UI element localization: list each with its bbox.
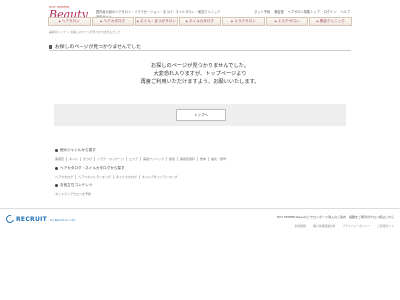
header: HOT PEPPER Beauty presented by Recruit 国… [0, 0, 400, 24]
footer-link-privacy-policy[interactable]: プライバシーポリシー [342, 224, 370, 228]
recruit-brand: RECRUIT [16, 215, 48, 223]
catalog-title: ヘアカタログ・ネイルカタログから探す [60, 166, 125, 170]
catalog-links: ヘアカタログ ヘアスタイルランキング ネイルカタログ ネイルデザインランキング [55, 175, 182, 179]
triangle-icon: ▶ [186, 20, 188, 23]
genre-section: 他のジャンルから探す 美容室 ネイル まつげ リラク・マッサージ エステ 美容ク… [55, 148, 230, 161]
bullet-icon [55, 167, 58, 170]
nav-hair-salon[interactable]: ▶ ヘアサロン [48, 17, 91, 26]
nav-esthe-salon[interactable]: ▶ エステサロン [265, 17, 309, 26]
message-line-1: お探しのページが見つかりませんでした。 [150, 63, 250, 69]
footer-link-terms[interactable]: 利用規約 [295, 224, 306, 228]
genre-link[interactable]: エステ [129, 157, 141, 161]
contents-link[interactable]: ネットでヘアサロンを予約 [55, 192, 93, 196]
contents-title: お役立ちコンテンツ [60, 183, 93, 187]
triangle-icon: ▶ [316, 20, 319, 23]
page-title-text: お探しのページが見つかりませんでした [55, 45, 141, 50]
catalog-link[interactable]: ネイルデザインランキング [142, 175, 180, 179]
message-line-2: 大変恐れ入りますが、トップページより [153, 71, 247, 78]
genre-link[interactable]: 美容クリニック [143, 157, 167, 161]
triangle-icon: ▶ [58, 20, 61, 23]
triangle-icon: ▶ [274, 20, 277, 23]
catalog-link[interactable]: ネイルカタログ [116, 175, 140, 179]
genre-link[interactable]: 鍼灸・整骨 [211, 157, 228, 161]
genre-link[interactable]: 美容皮膚科 [180, 157, 198, 161]
genre-link[interactable]: ネイル [69, 157, 82, 161]
top-page-button[interactable]: トップへ [176, 109, 226, 121]
genre-link[interactable]: リラク・マッサージ [97, 157, 127, 161]
recruit-mark-icon [4, 213, 16, 225]
nav-label: ヘアサロン [61, 19, 80, 23]
top-link-help[interactable]: ヘルプ [340, 10, 350, 14]
footer-link-privacy-info[interactable]: 個人情報保護方針 [313, 224, 335, 228]
footer: RECRUIT (C) Recruit Co., Ltd. HOT PEPPER… [0, 208, 400, 300]
triangle-icon: ▶ [231, 20, 234, 23]
nav-label: ネイル・まつげサロン [139, 19, 176, 23]
nav-label: ヘアカタログ [103, 19, 126, 23]
contents-section: お役立ちコンテンツ ネットでヘアサロンを予約 [55, 183, 95, 196]
breadcrumb: 美容室トップ ＞ お探しのページが見つかりませんでした [49, 30, 121, 34]
tagline: 国内最大級のヘアサロン・リラクゼーション・まつげ・ネイルサロン・美容クリニック [96, 10, 221, 14]
catalog-link[interactable]: ヘアスタイルランキング [78, 175, 114, 179]
nav-nail-salon[interactable]: ▶ ネイル・まつげサロン [135, 17, 178, 26]
footer-divider [0, 208, 400, 209]
nav-label: ネイルカタログ [188, 19, 215, 23]
nav-label: 美容クリニック [319, 19, 345, 23]
footer-link-guide[interactable]: ご利用ガイド [377, 224, 394, 228]
footer-promo[interactable]: HOT PEPPER Beautyとサロンボード導入のご案内 掲載をご希望のサロ… [277, 215, 394, 219]
genre-link[interactable]: 美容室 [55, 157, 68, 161]
contents-heading: お役立ちコンテンツ [55, 183, 95, 188]
footer-links: 利用規約 個人情報保護方針 プライバシーポリシー ご利用ガイド [289, 224, 394, 228]
nav-nail-catalog[interactable]: ▶ ネイルカタログ [178, 17, 222, 26]
catalog-heading: ヘアカタログ・ネイルカタログから探す [55, 166, 182, 171]
top-link-salon[interactable]: 美容室 [274, 10, 284, 14]
genre-links: 美容室 ネイル まつげ リラク・マッサージ エステ 美容クリニック 脱毛 美容皮… [55, 157, 230, 161]
nav-hair-catalog[interactable]: ▶ ヘアカタログ [91, 17, 135, 26]
genre-title: 他のジャンルから探す [60, 148, 96, 152]
main-nav: ▶ ヘアサロン ▶ ヘアカタログ ▶ ネイル・まつげサロン ▶ ネイルカタログ ▶ リラク… [48, 17, 353, 26]
nav-label: リラクサロン [234, 19, 256, 23]
nav-label: エステサロン [277, 19, 300, 23]
title-marker-icon [49, 44, 52, 49]
genre-heading: 他のジャンルから探す [55, 148, 230, 153]
genre-link[interactable]: 脱毛 [169, 157, 178, 161]
top-links: ネット予約 美容室 ヘアサロン特集トップ ログイン ヘルプ [251, 9, 350, 14]
contents-links: ネットでヘアサロンを予約 [55, 192, 95, 196]
triangle-icon: ▶ [100, 20, 103, 23]
nav-relax-salon[interactable]: ▶ リラクサロン [222, 17, 265, 26]
bullet-icon [55, 149, 58, 152]
error-message: お探しのページが見つかりませんでした。 大変恐れ入りますが、トップページより 再… [48, 62, 352, 87]
catalog-link[interactable]: ヘアカタログ [55, 175, 77, 179]
catalog-section: ヘアカタログ・ネイルカタログから探す ヘアカタログ ヘアスタイルランキング ネイ… [55, 166, 182, 179]
message-line-3: 再度ご利用いただけますよう、お願いいたします。 [140, 79, 260, 86]
page-title: お探しのページが見つかりませんでした [49, 43, 351, 51]
button-panel: トップへ [54, 104, 346, 126]
top-link-login[interactable]: ログイン [324, 10, 337, 14]
recruit-copyright: (C) Recruit Co., Ltd. [50, 219, 76, 222]
top-link-feature[interactable]: ヘアサロン特集トップ [288, 10, 320, 14]
genre-link[interactable]: まつげ [83, 157, 96, 161]
nav-clinic[interactable]: ▶ 美容クリニック [309, 17, 353, 26]
bullet-icon [55, 184, 58, 187]
triangle-icon: ▶ [137, 20, 139, 23]
genre-link[interactable]: 整体 [200, 157, 210, 161]
top-link-reservation[interactable]: ネット予約 [254, 10, 270, 14]
recruit-logo[interactable]: RECRUIT (C) Recruit Co., Ltd. [4, 213, 76, 225]
